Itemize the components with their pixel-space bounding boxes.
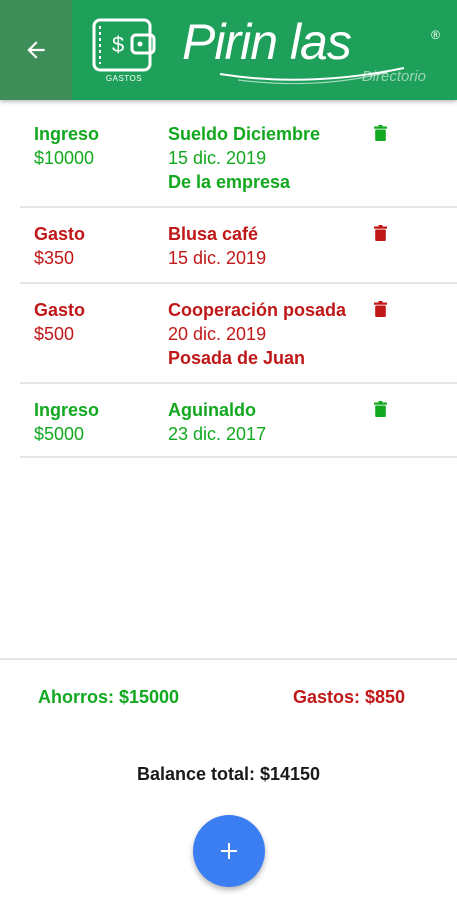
delete-icon[interactable] bbox=[374, 301, 387, 317]
entry-type: Ingreso bbox=[34, 124, 100, 144]
brand-subtitle: Directorio bbox=[361, 68, 426, 85]
entry-left: Gasto $500 bbox=[34, 298, 85, 346]
entry-amount: $500 bbox=[34, 324, 75, 344]
plus-icon bbox=[221, 843, 237, 859]
entry-title: Blusa café bbox=[168, 224, 259, 244]
entries-list: Ingreso $10000 Sueldo Diciembre 15 dic. 201… bbox=[20, 108, 457, 458]
entry-left: Gasto $350 bbox=[34, 222, 85, 270]
entry-date: 20 dic. 2019 bbox=[168, 324, 267, 344]
brand-registered: ® bbox=[431, 28, 440, 42]
entry-date: 15 dic. 2019 bbox=[168, 148, 267, 168]
app-bar: $ GASTOS Pirin las ® Directorio bbox=[0, 0, 457, 100]
entry-row[interactable]: Gasto $350 Blusa café 15 dic. 2019 bbox=[20, 208, 457, 284]
expenses-total: Gastos: $850 bbox=[292, 687, 405, 707]
entry-right: Blusa café 15 dic. 2019 bbox=[168, 222, 266, 270]
entry-left: Ingreso $10000 bbox=[34, 122, 99, 170]
entry-amount: $10000 bbox=[34, 148, 95, 168]
entry-right: Cooperación posada 20 dic. 2019 Posada de … bbox=[168, 298, 346, 370]
entry-note: De la empresa bbox=[168, 172, 291, 192]
back-button[interactable] bbox=[0, 0, 72, 100]
entry-type: Ingreso bbox=[34, 400, 100, 420]
entry-title: Cooperación posada bbox=[168, 300, 347, 320]
brand-logo: Pirin las ® Directorio bbox=[178, 6, 448, 96]
entry-type: Gasto bbox=[34, 300, 86, 320]
entry-right: Aguinaldo 23 dic. 2017 bbox=[168, 398, 266, 446]
delete-icon[interactable] bbox=[374, 225, 387, 241]
entry-right: Sueldo Diciembre 15 dic. 2019 De la empres… bbox=[168, 122, 320, 194]
entry-date: 23 dic. 2017 bbox=[168, 424, 267, 444]
entry-row[interactable]: Ingreso $10000 Sueldo Diciembre 15 dic. 201… bbox=[20, 108, 457, 208]
entry-title: Aguinaldo bbox=[168, 400, 256, 420]
savings-total: Ahorros: $15000 bbox=[38, 687, 180, 707]
wallet-caption: GASTOS bbox=[105, 74, 143, 83]
add-entry-button[interactable] bbox=[193, 815, 265, 887]
entry-note: Posada de Juan bbox=[168, 348, 306, 368]
delete-icon[interactable] bbox=[374, 125, 387, 141]
svg-text:$: $ bbox=[112, 32, 124, 57]
entry-amount: $5000 bbox=[34, 424, 85, 444]
entry-left: Ingreso $5000 bbox=[34, 398, 99, 446]
entry-date: 15 dic. 2019 bbox=[168, 248, 267, 268]
delete-icon[interactable] bbox=[374, 401, 387, 417]
entry-type: Gasto bbox=[34, 224, 86, 244]
entry-row[interactable]: Ingreso $5000 Aguinaldo 23 dic. 2017 bbox=[20, 384, 457, 458]
wallet-icon: $ bbox=[92, 18, 156, 72]
balance-total: Balance total: $14150 bbox=[136, 764, 321, 784]
arrow-left-icon bbox=[27, 41, 45, 59]
entry-row[interactable]: Gasto $500 Cooperación posada 20 dic. 2019 P… bbox=[20, 284, 457, 384]
entry-title: Sueldo Diciembre bbox=[168, 124, 321, 144]
summary-divider bbox=[0, 658, 457, 660]
entry-amount: $350 bbox=[34, 248, 75, 268]
wallet-logo: $ GASTOS bbox=[90, 18, 158, 88]
